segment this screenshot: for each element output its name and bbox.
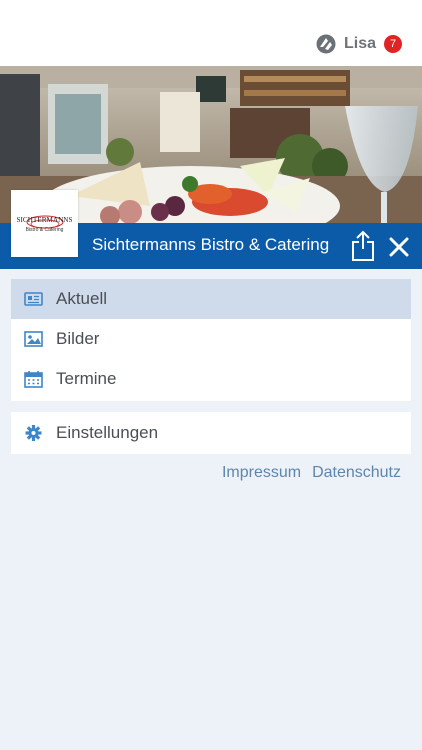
- menu-item-einstellungen[interactable]: Einstellungen: [11, 412, 411, 454]
- datenschutz-link[interactable]: Datenschutz: [312, 464, 401, 482]
- gear-icon: [25, 425, 42, 441]
- app-logo-icon: [316, 34, 336, 54]
- top-bar: Lisa 7: [0, 0, 422, 66]
- menu-item-label: Termine: [56, 369, 117, 388]
- logo-text-sub: Bistro & Catering: [26, 227, 64, 233]
- main-menu: Aktuell Bilder Termine: [11, 279, 411, 401]
- menu-item-bilder[interactable]: Bilder: [11, 319, 411, 359]
- business-name: Sichtermanns Bistro & Catering: [92, 235, 330, 254]
- user-menu[interactable]: Lisa 7: [316, 32, 402, 56]
- settings-label: Einstellungen: [56, 423, 159, 442]
- logo-text-main: SICHTERMANNS: [17, 216, 73, 224]
- settings-menu: Einstellungen: [11, 412, 411, 454]
- notification-badge[interactable]: 7: [384, 35, 402, 53]
- newspaper-icon: [24, 292, 43, 306]
- menu-item-label: Bilder: [56, 329, 100, 348]
- image-icon: [24, 331, 43, 347]
- user-name[interactable]: Lisa: [344, 35, 376, 53]
- menu-item-label: Aktuell: [56, 289, 108, 308]
- close-icon[interactable]: [386, 234, 412, 260]
- impressum-link[interactable]: Impressum: [222, 464, 301, 482]
- footer-links: Impressum Datenschutz: [222, 464, 401, 482]
- calendar-icon: [24, 371, 43, 388]
- business-logo: SICHTERMANNS Bistro & Catering: [11, 190, 78, 257]
- menu-item-aktuell[interactable]: Aktuell: [11, 279, 411, 319]
- share-icon[interactable]: [350, 230, 376, 262]
- menu-item-termine[interactable]: Termine: [11, 359, 411, 399]
